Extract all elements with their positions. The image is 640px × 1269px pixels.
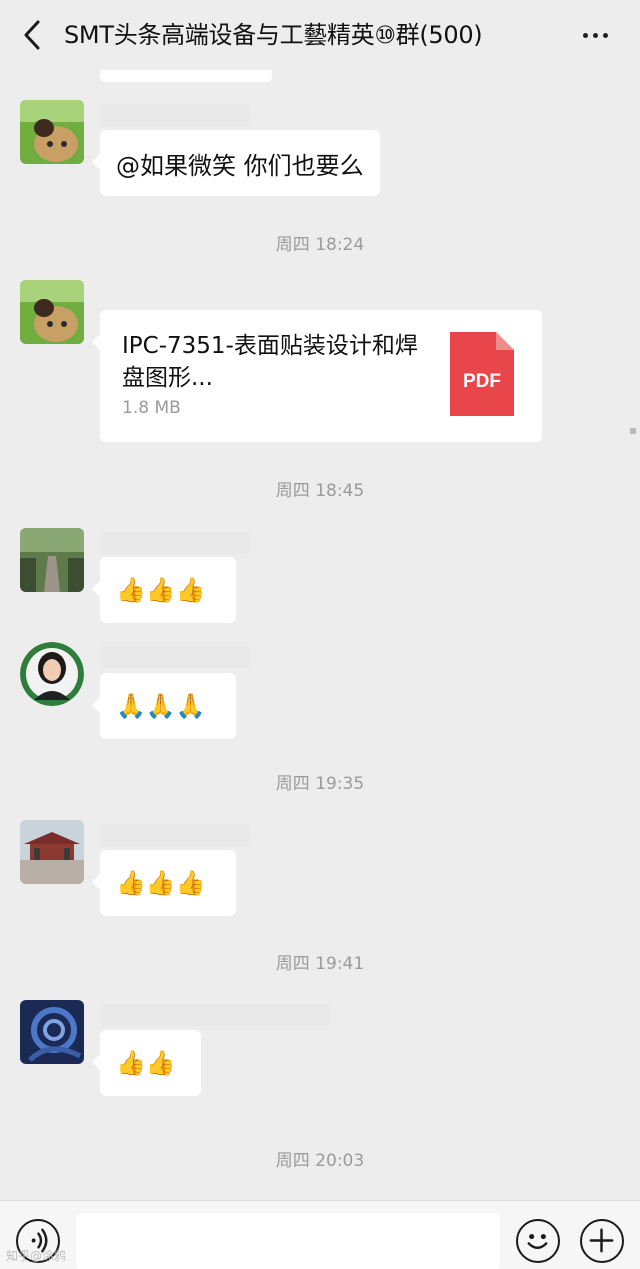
message-item: IPC-7351-表面贴装设计和焊盘图形... 1.8 MB PDF	[0, 280, 640, 442]
emoji-message: 🙏🙏🙏	[116, 692, 206, 720]
blue-swirl-avatar[interactable]	[20, 1000, 84, 1064]
back-button[interactable]	[16, 18, 48, 52]
previous-message-bubble	[100, 70, 272, 82]
cat-dog-avatar[interactable]	[20, 100, 84, 164]
more-button[interactable]	[578, 18, 612, 52]
stone-path-avatar[interactable]	[20, 528, 84, 592]
more-dots-icon	[582, 32, 588, 38]
watermark: 知乎@涂鸦	[6, 1249, 67, 1263]
emoji-message: 👍👍👍	[116, 576, 206, 604]
timestamp: 周四 19:35	[275, 774, 365, 794]
message-item: @如果微笑 你们也要么	[0, 100, 640, 200]
message-item: 👍👍👍	[0, 528, 640, 628]
nickname	[100, 646, 250, 668]
message-bubble[interactable]: 👍👍👍	[92, 557, 236, 623]
chat-header: SMT头条高端设备与工藝精英⑩群(500)	[0, 0, 640, 70]
message-item: 👍👍	[0, 1000, 640, 1100]
nickname	[100, 1004, 330, 1026]
nickname	[100, 532, 250, 554]
message-bubble[interactable]: 🙏🙏🙏	[92, 673, 236, 739]
message-list[interactable]: @如果微笑 你们也要么 周四 18:24 IPC-7351-表面贴装设计和焊盘图…	[0, 70, 640, 1200]
message-input[interactable]	[76, 1213, 500, 1269]
message-item: 🙏🙏🙏	[0, 642, 640, 742]
emoji-message: 👍👍👍	[116, 869, 206, 897]
woman-portrait-avatar[interactable]	[20, 642, 84, 706]
nickname	[100, 104, 250, 126]
message-bubble[interactable]: 👍👍👍	[92, 850, 236, 916]
plus-button[interactable]	[580, 1219, 624, 1263]
message-bubble[interactable]: @如果微笑 你们也要么	[92, 130, 380, 196]
emoji-message: 👍👍	[116, 1049, 176, 1077]
file-name: IPC-7351-表面贴装设计和焊盘图形...	[122, 333, 418, 391]
timestamp: 周四 18:24	[275, 235, 365, 255]
emoji-button[interactable]	[516, 1219, 560, 1263]
timestamp: 周四 19:41	[275, 954, 365, 974]
message-text: @如果微笑 你们也要么	[116, 151, 364, 180]
pavilion-avatar[interactable]	[20, 820, 84, 884]
file-info: IPC-7351-表面贴装设计和焊盘图形... 1.8 MB	[122, 330, 432, 418]
pdf-icon: PDF	[450, 332, 514, 416]
plus-icon	[589, 1228, 614, 1253]
chat-title: SMT头条高端设备与工藝精英⑩群(500)	[64, 21, 483, 49]
pdf-label: PDF	[463, 371, 501, 392]
message-item: 👍👍👍	[0, 820, 640, 920]
message-bubble[interactable]: 👍👍	[92, 1030, 201, 1096]
input-bar: 知乎@涂鸦	[0, 1200, 640, 1269]
file-size: 1.8 MB	[122, 398, 181, 418]
timestamp: 周四 20:03	[275, 1151, 365, 1171]
chevron-left-icon	[24, 20, 40, 50]
smiley-icon	[527, 1234, 548, 1250]
cat-dog-avatar[interactable]	[20, 280, 84, 344]
file-message-card[interactable]: IPC-7351-表面贴装设计和焊盘图形... 1.8 MB PDF	[92, 310, 542, 442]
timestamp: 周四 18:45	[275, 481, 365, 501]
nickname	[100, 824, 250, 846]
scrollbar-indicator[interactable]	[630, 428, 636, 434]
